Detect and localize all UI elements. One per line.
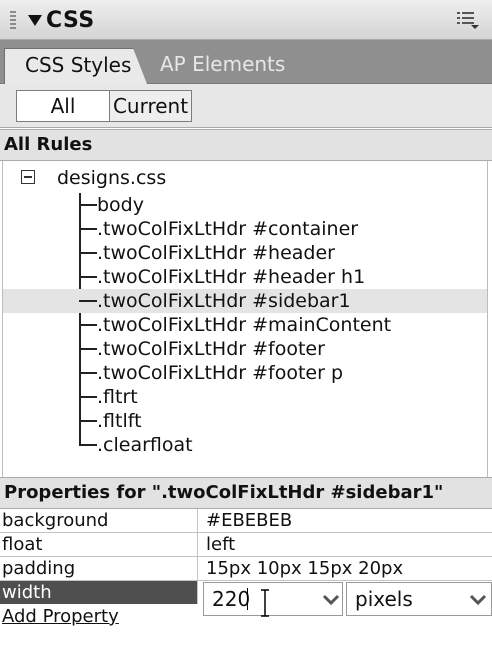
tree-collapse-icon[interactable] — [21, 170, 35, 184]
tree-branch — [79, 420, 97, 422]
property-name: padding — [0, 557, 198, 580]
width-unit-select[interactable]: pixels — [346, 582, 492, 616]
property-value[interactable]: left — [206, 533, 235, 556]
tree-branch — [79, 252, 97, 254]
property-value[interactable]: #EBEBEB — [206, 509, 292, 532]
rule-item[interactable]: .twoColFixLtHdr #mainContent — [3, 313, 487, 337]
tree-branch — [79, 348, 97, 350]
panel-titlebar: CSS — [0, 0, 492, 40]
rule-label: .twoColFixLtHdr #container — [97, 218, 359, 240]
panel-title[interactable]: CSS — [46, 8, 95, 33]
property-row[interactable]: background #EBEBEB — [0, 509, 492, 533]
property-name: background — [0, 509, 198, 532]
tree-branch — [79, 276, 97, 278]
tree-branch — [79, 372, 97, 374]
mode-switch: All Current — [16, 90, 192, 122]
add-property-link[interactable]: Add Property — [0, 605, 198, 628]
tree-branch — [79, 204, 97, 206]
all-mode-button[interactable]: All — [17, 91, 109, 121]
rule-item[interactable]: .twoColFixLtHdr #footer — [3, 337, 487, 361]
rule-label: .twoColFixLtHdr #header — [97, 242, 335, 264]
rule-label: .twoColFixLtHdr #footer p — [97, 362, 344, 384]
rule-item[interactable]: .clearfloat — [3, 433, 487, 457]
rule-item[interactable]: .twoColFixLtHdr #header h1 — [3, 265, 487, 289]
rule-item[interactable]: .fltlft — [3, 409, 487, 433]
collapse-triangle-icon[interactable] — [28, 15, 42, 26]
property-row[interactable]: padding 15px 10px 15px 20px — [0, 557, 492, 581]
property-name: float — [0, 533, 198, 556]
properties-header: Properties for ".twoColFixLtHdr #sidebar… — [0, 477, 492, 509]
property-name: width — [0, 581, 198, 604]
rule-item[interactable]: body — [3, 193, 487, 217]
rule-item-selected[interactable]: .twoColFixLtHdr #sidebar1 — [3, 289, 487, 313]
tab-ap-elements[interactable]: AP Elements — [160, 48, 285, 84]
stylesheet-node[interactable]: designs.css — [57, 167, 166, 189]
rule-label: .twoColFixLtHdr #header h1 — [97, 266, 366, 288]
rule-label: .fltlft — [97, 410, 142, 432]
rule-item[interactable]: .twoColFixLtHdr #container — [3, 217, 487, 241]
dropdown-chevron-icon[interactable] — [322, 594, 340, 606]
tree-branch — [79, 228, 97, 230]
text-ibeam-cursor-icon — [261, 589, 269, 617]
property-value[interactable]: 15px 10px 15px 20px — [206, 557, 403, 580]
current-mode-button[interactable]: Current — [109, 91, 191, 121]
rule-label: body — [97, 194, 144, 216]
rule-label: .twoColFixLtHdr #mainContent — [97, 314, 392, 336]
mode-switch-bar: All Current — [0, 84, 492, 128]
tree-branch — [79, 324, 97, 326]
rules-tree: designs.css body .twoColFixLtHdr #contai… — [2, 161, 488, 477]
dropdown-chevron-icon[interactable] — [469, 594, 487, 606]
rule-label: .clearfloat — [97, 434, 193, 456]
text-caret — [247, 588, 248, 610]
tree-branch — [79, 444, 97, 446]
tab-css-styles[interactable]: CSS Styles — [4, 48, 134, 84]
tab-active-edge — [133, 48, 147, 84]
rule-label: .twoColFixLtHdr #sidebar1 — [97, 290, 351, 312]
panel-options-menu-icon[interactable] — [456, 10, 480, 30]
width-unit-text: pixels — [355, 587, 413, 611]
tree-branch — [79, 300, 97, 302]
width-value-text: 220 — [212, 587, 251, 611]
rule-item[interactable]: .twoColFixLtHdr #header — [3, 241, 487, 265]
width-value-input[interactable]: 220 — [203, 582, 343, 617]
rule-label: .twoColFixLtHdr #footer — [97, 338, 325, 360]
rule-item[interactable]: .twoColFixLtHdr #footer p — [3, 361, 487, 385]
rule-label: .fltrt — [97, 386, 138, 408]
rule-item[interactable]: .fltrt — [3, 385, 487, 409]
css-panel: CSS CSS Styles AP Elements All Current A… — [0, 0, 492, 660]
property-row[interactable]: float left — [0, 533, 492, 557]
panel-grip-icon[interactable] — [10, 11, 16, 29]
panel-tab-bar: CSS Styles AP Elements — [0, 40, 492, 84]
tree-branch — [79, 396, 97, 398]
all-rules-header: All Rules — [0, 129, 492, 161]
